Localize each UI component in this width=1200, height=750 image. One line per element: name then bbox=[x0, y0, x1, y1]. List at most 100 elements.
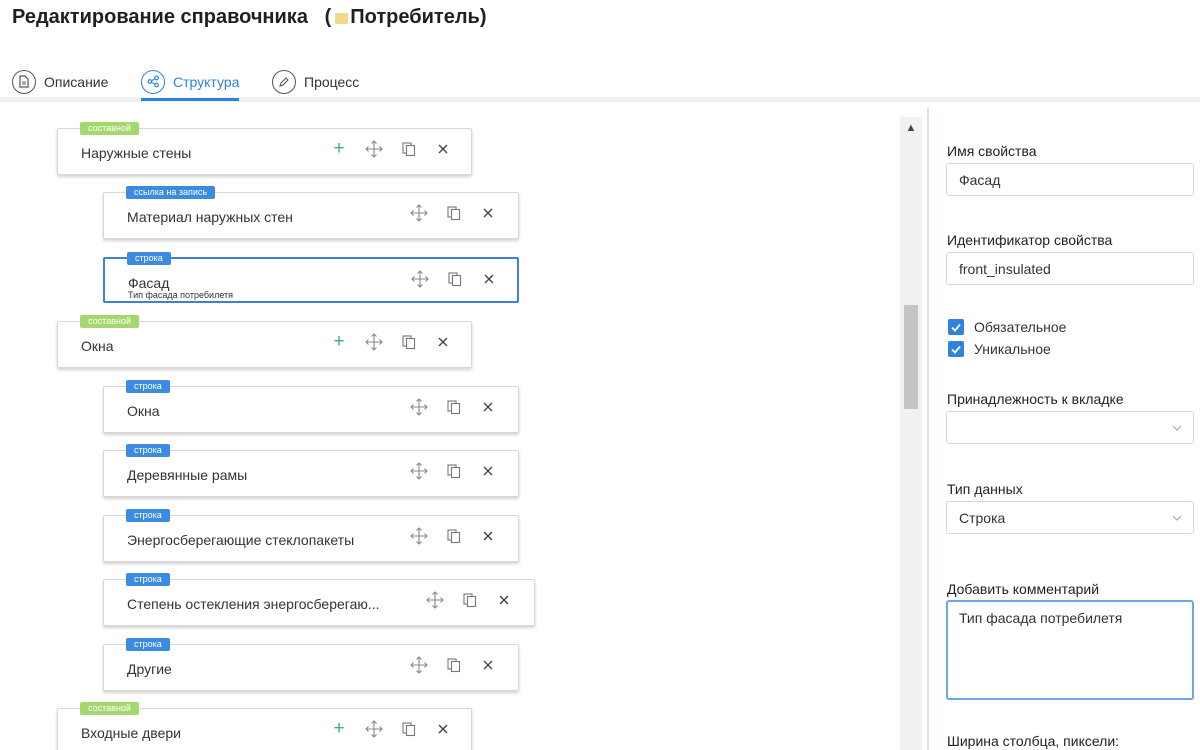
close-icon[interactable] bbox=[479, 398, 497, 416]
copy-icon[interactable] bbox=[400, 333, 418, 351]
unique-checkbox[interactable]: Уникальное bbox=[948, 341, 1051, 357]
copy-icon[interactable] bbox=[445, 656, 463, 674]
unique-label: Уникальное bbox=[974, 341, 1051, 357]
property-card[interactable]: строка Другие bbox=[103, 638, 519, 691]
property-title: Фасад bbox=[128, 275, 170, 291]
property-name-label: Имя свойства bbox=[947, 143, 1037, 159]
data-type-value: Строка bbox=[959, 509, 1006, 526]
move-icon[interactable] bbox=[411, 270, 429, 288]
close-icon[interactable] bbox=[434, 333, 452, 351]
property-title: Степень остекления энергосберегаю... bbox=[127, 596, 380, 612]
scroll-up-arrow-icon[interactable]: ▲ bbox=[900, 121, 922, 135]
type-tag: строка bbox=[126, 638, 170, 651]
tree-scrollbar[interactable]: ▲ bbox=[900, 117, 922, 750]
chevron-down-icon bbox=[1171, 421, 1183, 437]
property-title: Окна bbox=[81, 338, 114, 354]
move-icon[interactable] bbox=[410, 204, 428, 222]
type-tag: ссылка на запись bbox=[126, 186, 216, 199]
move-icon[interactable] bbox=[410, 527, 428, 545]
required-checkbox[interactable]: Обязательное bbox=[948, 319, 1066, 335]
property-name-value: Фасад bbox=[959, 171, 1001, 188]
property-id-input[interactable]: front_insulated bbox=[946, 252, 1194, 285]
property-name-input[interactable]: Фасад bbox=[946, 163, 1194, 196]
property-title: Энергосберегающие стеклопакеты bbox=[127, 532, 355, 548]
panel-divider bbox=[927, 107, 929, 750]
tab-structure-label: Структура bbox=[173, 73, 240, 90]
type-tag: составной bbox=[80, 315, 139, 328]
copy-icon[interactable] bbox=[446, 270, 464, 288]
copy-icon[interactable] bbox=[400, 720, 418, 738]
copy-icon[interactable] bbox=[400, 140, 418, 158]
move-icon[interactable] bbox=[365, 333, 383, 351]
move-icon[interactable] bbox=[426, 591, 444, 609]
move-icon[interactable] bbox=[365, 720, 383, 738]
move-icon[interactable] bbox=[410, 398, 428, 416]
copy-icon[interactable] bbox=[461, 591, 479, 609]
page-title-prefix: Редактирование справочника bbox=[12, 6, 308, 28]
property-id-label: Идентификатор свойства bbox=[947, 232, 1113, 248]
close-icon[interactable] bbox=[480, 270, 498, 288]
structure-tree: составной Наружные стены + ссылка на запись… bbox=[0, 107, 927, 750]
required-label: Обязательное bbox=[974, 319, 1067, 335]
property-title: Деревянные рамы bbox=[127, 467, 248, 483]
tab-structure[interactable]: Структура bbox=[141, 66, 240, 101]
property-card[interactable]: строка Окна bbox=[103, 380, 519, 433]
document-icon bbox=[12, 69, 36, 94]
properties-panel: Имя свойства Фасад Идентификатор свойств… bbox=[930, 107, 1200, 750]
data-type-label: Тип данных bbox=[947, 481, 1023, 497]
composite-property-card[interactable]: составной Окна + bbox=[57, 315, 472, 368]
page-title-paren-open: ( bbox=[324, 6, 332, 28]
type-tag: составной bbox=[80, 122, 139, 135]
composite-property-card[interactable]: составной Наружные стены + bbox=[57, 122, 472, 175]
property-title: Другие bbox=[127, 661, 172, 677]
composite-property-card[interactable]: составной Входные двери + bbox=[57, 702, 472, 750]
close-icon[interactable] bbox=[479, 656, 497, 674]
property-card[interactable]: строка Энергосберегающие стеклопакеты bbox=[103, 509, 519, 562]
close-icon[interactable] bbox=[434, 720, 452, 738]
property-card[interactable]: строка Деревянные рамы bbox=[103, 444, 519, 497]
add-icon[interactable]: + bbox=[330, 719, 348, 738]
property-title: Входные двери bbox=[81, 725, 181, 741]
close-icon[interactable] bbox=[434, 140, 452, 158]
tab-belonging-select[interactable] bbox=[946, 411, 1194, 444]
copy-icon[interactable] bbox=[445, 398, 463, 416]
property-card[interactable]: строка Степень остекления энергосберегаю.… bbox=[103, 573, 535, 626]
tab-process-label: Процесс bbox=[304, 73, 360, 90]
close-icon[interactable] bbox=[479, 527, 497, 545]
copy-icon[interactable] bbox=[445, 204, 463, 222]
property-comment: Тип фасада потребилетя bbox=[128, 290, 234, 300]
scroll-thumb[interactable] bbox=[904, 305, 918, 409]
move-icon[interactable] bbox=[365, 140, 383, 158]
folder-icon bbox=[335, 13, 349, 24]
property-title: Окна bbox=[127, 403, 160, 419]
checkmark-icon bbox=[948, 341, 964, 357]
copy-icon[interactable] bbox=[445, 527, 463, 545]
column-width-label: Ширина столбца, пиксели: bbox=[947, 733, 1120, 749]
move-icon[interactable] bbox=[410, 462, 428, 480]
type-tag: строка bbox=[126, 444, 170, 457]
move-icon[interactable] bbox=[410, 656, 428, 674]
type-tag: строка bbox=[127, 252, 171, 265]
property-card[interactable]: ссылка на запись Материал наружных стен bbox=[103, 186, 519, 239]
tab-description-label: Описание bbox=[44, 73, 109, 90]
property-card[interactable]: строка Фасад Тип фасада потребилетя bbox=[103, 252, 519, 303]
tab-belonging-label: Принадлежность к вкладке bbox=[947, 391, 1124, 407]
copy-icon[interactable] bbox=[445, 462, 463, 480]
comment-textarea[interactable]: Тип фасада потребилетя bbox=[946, 600, 1194, 700]
data-type-select[interactable]: Строка bbox=[946, 501, 1194, 534]
share-icon bbox=[141, 69, 165, 94]
add-icon[interactable]: + bbox=[330, 332, 348, 351]
pencil-icon bbox=[272, 69, 296, 94]
close-icon[interactable] bbox=[479, 204, 497, 222]
property-title: Наружные стены bbox=[81, 145, 192, 161]
close-icon[interactable] bbox=[495, 591, 513, 609]
tab-description[interactable]: Описание bbox=[12, 66, 108, 97]
checkmark-icon bbox=[948, 319, 964, 335]
close-icon[interactable] bbox=[479, 462, 497, 480]
chevron-down-icon bbox=[1171, 511, 1183, 527]
type-tag: строка bbox=[126, 380, 170, 393]
add-icon[interactable]: + bbox=[330, 139, 348, 158]
tab-process[interactable]: Процесс bbox=[272, 66, 359, 97]
tab-bar: Описание Структура Процесс bbox=[0, 60, 1200, 102]
page-title-paren-close: ) bbox=[479, 6, 487, 28]
